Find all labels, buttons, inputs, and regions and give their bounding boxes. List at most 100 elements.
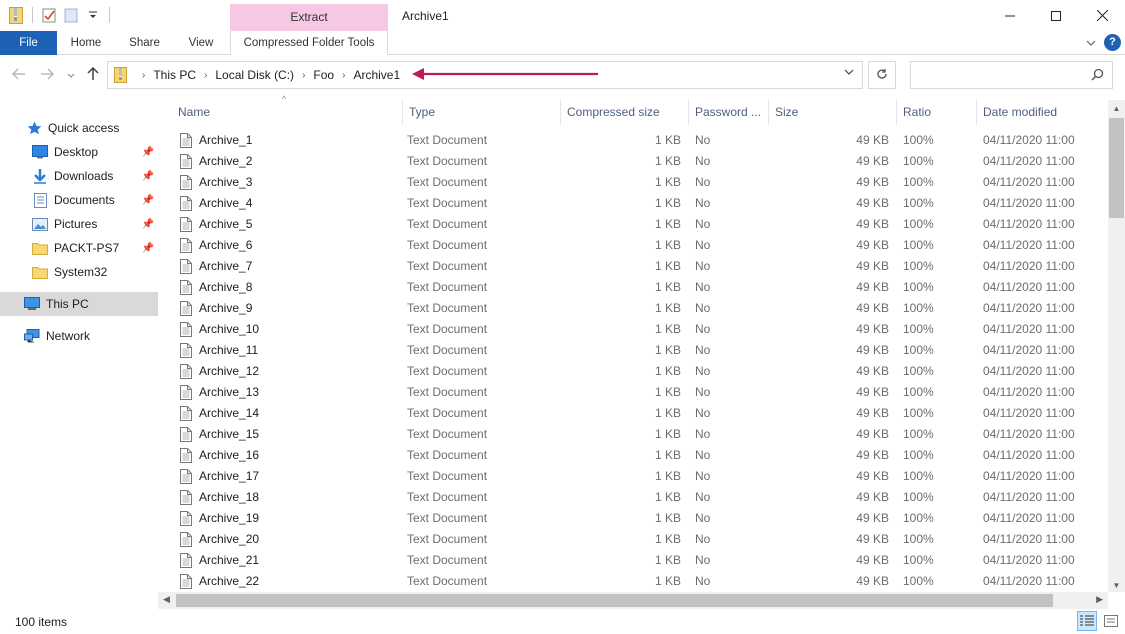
file-ratio: 100% [903, 364, 934, 378]
chevron-right-icon[interactable]: › [302, 70, 305, 81]
table-row[interactable]: Archive_22 Text Document 1 KB No 49 KB 100% 04… [158, 571, 1108, 592]
chevron-right-icon[interactable]: › [342, 70, 345, 81]
table-row[interactable]: Archive_7 Text Document 1 KB No 49 KB 100% 04/… [158, 256, 1108, 277]
chevron-right-icon[interactable]: › [142, 70, 145, 81]
table-row[interactable]: Archive_19 Text Document 1 KB No 49 KB 100% 04… [158, 508, 1108, 529]
table-row[interactable]: Archive_15 Text Document 1 KB No 49 KB 100% 04… [158, 424, 1108, 445]
scroll-down-arrow-icon[interactable]: ▼ [1108, 581, 1125, 590]
vertical-scrollbar[interactable]: ▲ ▼ [1108, 100, 1125, 592]
sidebar-item-this-pc[interactable]: This PC [0, 292, 158, 316]
pin-icon[interactable]: 📌 [142, 171, 154, 182]
scroll-left-arrow-icon[interactable]: ◀ [163, 594, 170, 605]
text-document-icon [180, 427, 192, 443]
expand-ribbon-icon[interactable] [1086, 39, 1096, 47]
tab-file[interactable]: File [0, 31, 57, 55]
extract-context-tab[interactable]: Extract [230, 4, 388, 31]
up-button[interactable] [87, 66, 99, 85]
documents-icon [32, 192, 48, 208]
table-row[interactable]: Archive_17 Text Document 1 KB No 49 KB 100% 04… [158, 466, 1108, 487]
table-row[interactable]: Archive_8 Text Document 1 KB No 49 KB 100% 04/… [158, 277, 1108, 298]
table-row[interactable]: Archive_2 Text Document 1 KB No 49 KB 100% 04/… [158, 151, 1108, 172]
table-row[interactable]: Archive_12 Text Document 1 KB No 49 KB 100% 04… [158, 361, 1108, 382]
column-header-date-modified[interactable]: Date modified [977, 100, 1108, 125]
sidebar-item-packt-ps7[interactable]: PACKT-PS7 📌 [0, 236, 158, 260]
tab-share[interactable]: Share [122, 31, 167, 55]
file-compressed-size: 1 KB [654, 259, 681, 273]
breadcrumb-archive1[interactable]: Archive1 [353, 68, 400, 82]
recent-locations-button[interactable] [67, 71, 75, 81]
file-password: No [695, 259, 711, 273]
pin-icon[interactable]: 📌 [142, 147, 154, 158]
file-date-modified: 04/11/2020 11:00 [983, 322, 1075, 336]
chevron-down-icon [844, 69, 854, 75]
table-row[interactable]: Archive_18 Text Document 1 KB No 49 KB 100% 04… [158, 487, 1108, 508]
sidebar-item-downloads[interactable]: Downloads 📌 [0, 164, 158, 188]
help-icon[interactable]: ? [1104, 34, 1121, 51]
breadcrumb-foo[interactable]: Foo [313, 68, 334, 82]
scroll-up-arrow-icon[interactable]: ▲ [1108, 104, 1125, 113]
pin-icon[interactable]: 📌 [142, 243, 154, 254]
tab-compressed-folder-tools[interactable]: Compressed Folder Tools [230, 31, 388, 55]
tab-view[interactable]: View [180, 31, 222, 55]
scroll-right-arrow-icon[interactable]: ▶ [1096, 594, 1103, 605]
sidebar-item-network[interactable]: Network [0, 324, 158, 348]
table-row[interactable]: Archive_11 Text Document 1 KB No 49 KB 100% 04… [158, 340, 1108, 361]
column-header-compressed-size[interactable]: Compressed size [561, 100, 689, 125]
close-button[interactable] [1079, 0, 1125, 31]
back-button[interactable] [11, 67, 26, 84]
table-row[interactable]: Archive_20 Text Document 1 KB No 49 KB 100% 04… [158, 529, 1108, 550]
file-ratio: 100% [903, 343, 934, 357]
forward-button[interactable] [40, 67, 55, 84]
search-input[interactable] [910, 61, 1113, 89]
table-row[interactable]: Archive_1 Text Document 1 KB No 49 KB 100% 04/… [158, 130, 1108, 151]
file-compressed-size: 1 KB [654, 175, 681, 189]
column-header-password[interactable]: Password ... [689, 100, 769, 125]
sidebar-item-quick-access[interactable]: Quick access [0, 116, 158, 140]
horizontal-scroll-thumb[interactable] [176, 594, 1053, 607]
pin-icon[interactable]: 📌 [142, 195, 154, 206]
maximize-button[interactable] [1033, 0, 1079, 31]
download-icon [32, 168, 48, 184]
sidebar-item-pictures[interactable]: Pictures 📌 [0, 212, 158, 236]
address-dropdown-button[interactable] [844, 68, 854, 79]
text-document-icon [180, 553, 192, 569]
table-row[interactable]: Archive_16 Text Document 1 KB No 49 KB 100% 04… [158, 445, 1108, 466]
breadcrumb-local-disk[interactable]: Local Disk (C:) [215, 68, 294, 82]
file-name: Archive_20 [199, 532, 260, 546]
column-header-ratio[interactable]: Ratio [897, 100, 977, 125]
table-row[interactable]: Archive_9 Text Document 1 KB No 49 KB 100% 04/… [158, 298, 1108, 319]
sidebar-item-documents[interactable]: Documents 📌 [0, 188, 158, 212]
refresh-button[interactable] [868, 61, 896, 89]
table-row[interactable]: Archive_14 Text Document 1 KB No 49 KB 100% 04… [158, 403, 1108, 424]
file-compressed-size: 1 KB [654, 343, 681, 357]
file-type: Text Document [407, 301, 488, 315]
table-row[interactable]: Archive_5 Text Document 1 KB No 49 KB 100% 04/… [158, 214, 1108, 235]
breadcrumb-this-pc[interactable]: This PC [153, 68, 196, 82]
table-row[interactable]: Archive_13 Text Document 1 KB No 49 KB 100% 04… [158, 382, 1108, 403]
table-row[interactable]: Archive_4 Text Document 1 KB No 49 KB 100% 04/… [158, 193, 1108, 214]
properties-icon[interactable] [41, 6, 57, 24]
column-header-name[interactable]: Name [172, 100, 403, 125]
new-folder-icon[interactable] [63, 6, 79, 24]
table-row[interactable]: Archive_21 Text Document 1 KB No 49 KB 100% 04… [158, 550, 1108, 571]
file-type: Text Document [407, 490, 488, 504]
chevron-right-icon[interactable]: › [204, 70, 207, 81]
sidebar-item-system32[interactable]: System32 [0, 260, 158, 284]
file-size: 49 KB [856, 448, 889, 462]
horizontal-scrollbar[interactable]: ◀ ▶ [158, 592, 1108, 609]
table-row[interactable]: Archive_6 Text Document 1 KB No 49 KB 100% 04/… [158, 235, 1108, 256]
column-header-type[interactable]: Type [403, 100, 561, 125]
chevron-down-icon [67, 73, 75, 78]
vertical-scroll-thumb[interactable] [1109, 118, 1124, 218]
sidebar-item-desktop[interactable]: Desktop 📌 [0, 140, 158, 164]
table-row[interactable]: Archive_10 Text Document 1 KB No 49 KB 100% 04… [158, 319, 1108, 340]
pin-icon[interactable]: 📌 [142, 219, 154, 230]
search-icon[interactable] [1091, 68, 1104, 84]
large-icons-view-button[interactable] [1101, 611, 1121, 631]
tab-home[interactable]: Home [62, 31, 110, 55]
customize-qat-icon[interactable] [85, 6, 101, 24]
minimize-button[interactable] [987, 0, 1033, 31]
details-view-button[interactable] [1077, 611, 1097, 631]
column-header-size[interactable]: Size [769, 100, 897, 125]
table-row[interactable]: Archive_3 Text Document 1 KB No 49 KB 100% 04/… [158, 172, 1108, 193]
